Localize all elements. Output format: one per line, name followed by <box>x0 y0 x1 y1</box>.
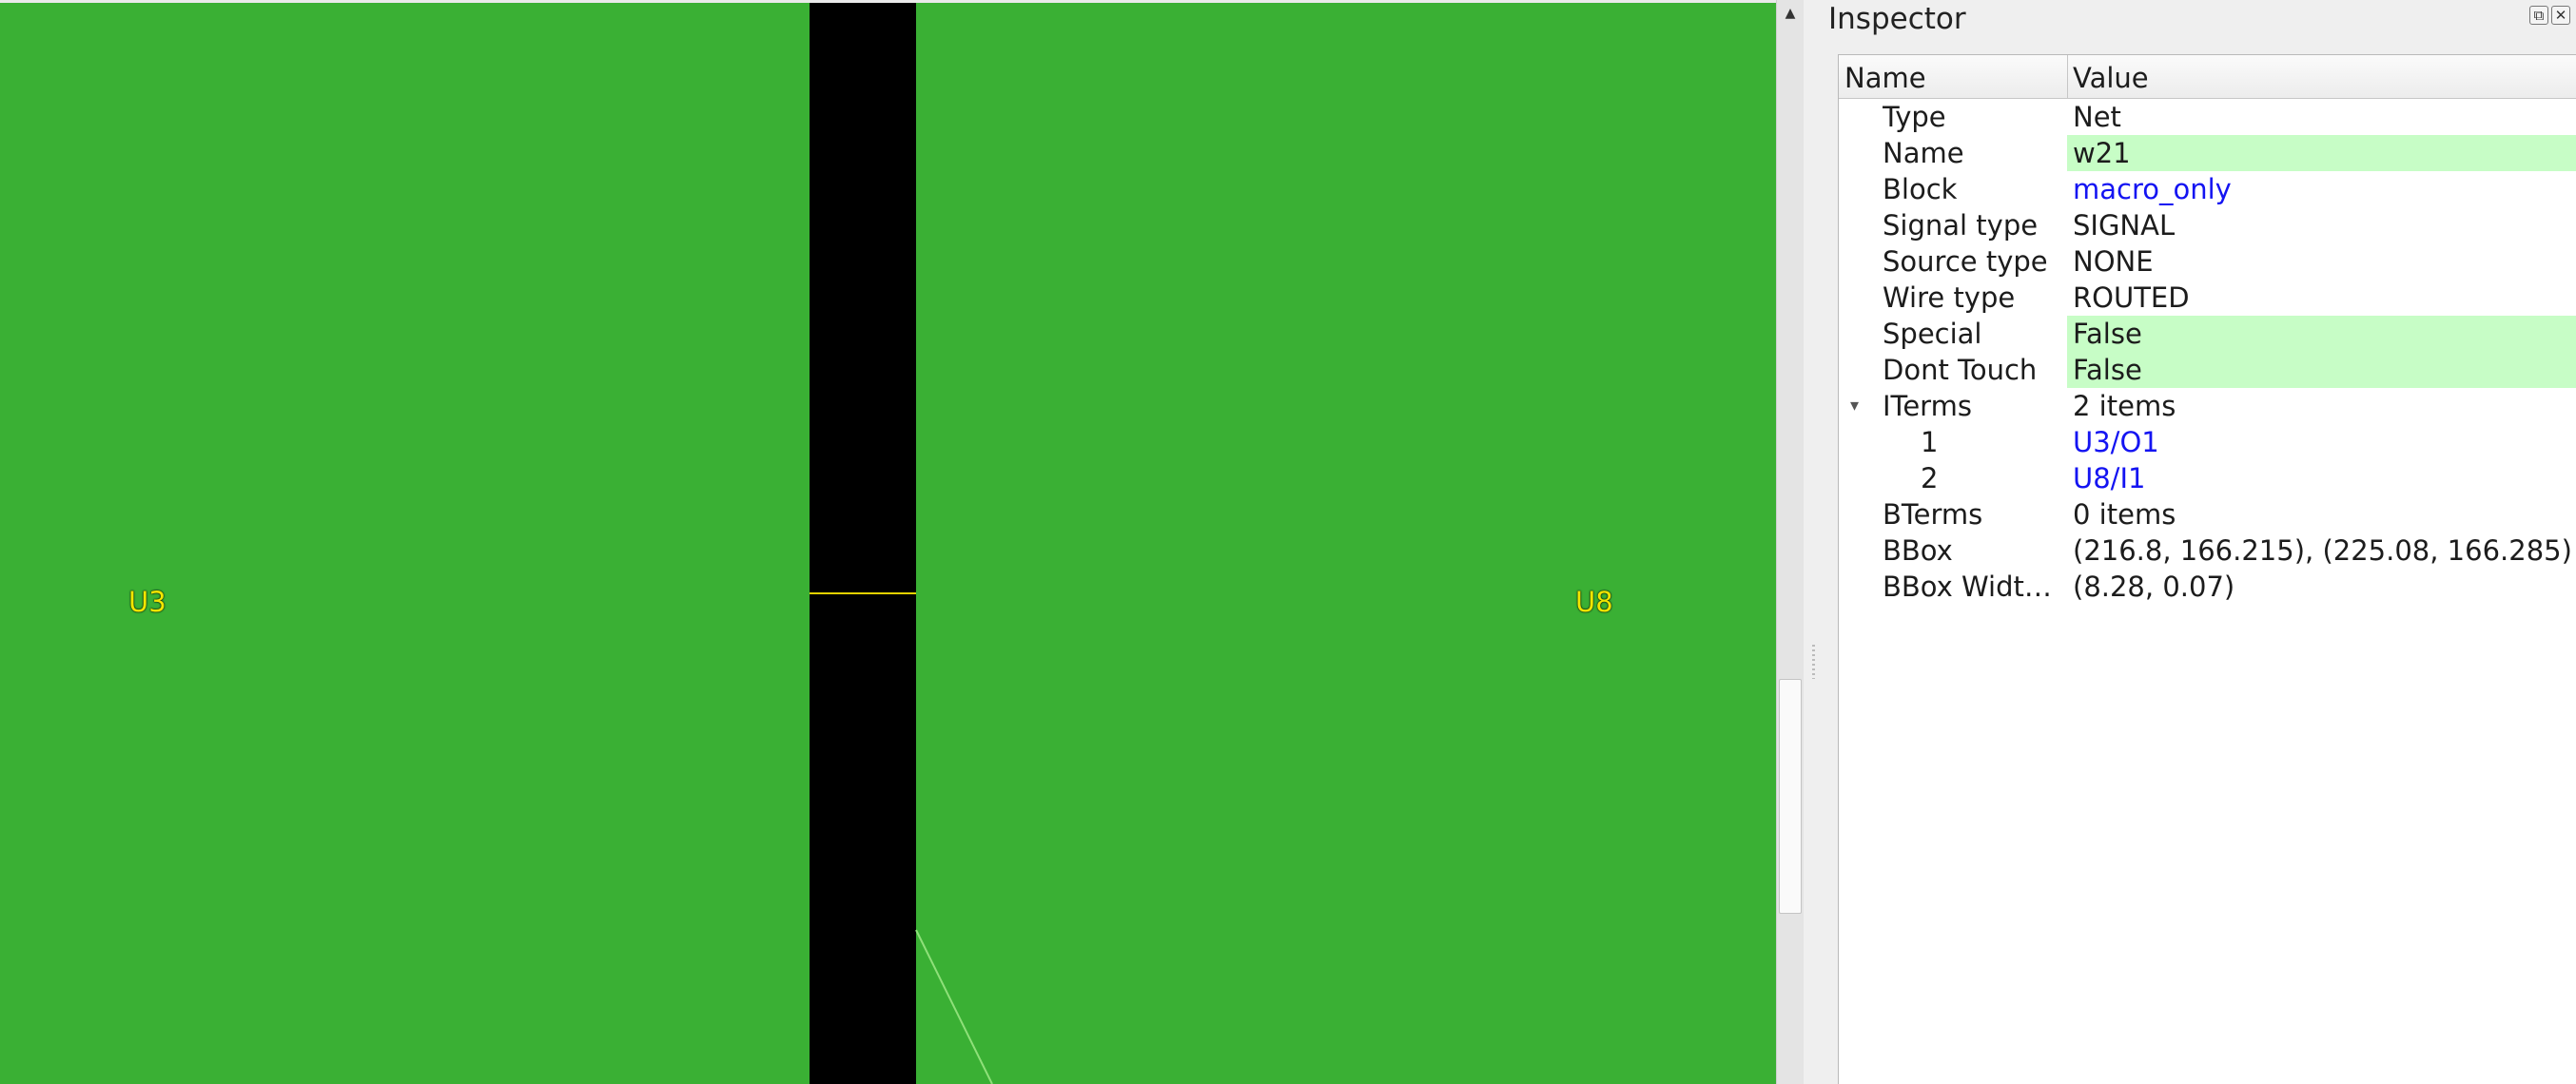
property-row-special[interactable]: Special False <box>1839 316 2576 352</box>
chevron-down-icon[interactable]: ▾ <box>1850 388 1859 424</box>
tree-header: Name Value <box>1839 55 2576 99</box>
property-value-link[interactable]: U3/O1 <box>2067 424 2576 460</box>
property-name: BBox <box>1883 534 1953 567</box>
instance-label-u8[interactable]: U8 <box>1575 589 1613 616</box>
property-name: Dont Touch <box>1883 354 2038 386</box>
property-name: BBox Widt… <box>1883 571 2052 603</box>
property-name: BTerms <box>1883 498 1983 531</box>
property-name: ITerms <box>1883 390 1972 422</box>
routing-channel[interactable] <box>810 3 916 1084</box>
property-value-editable[interactable]: w21 <box>2067 135 2576 171</box>
property-value: (216.8, 166.215), (225.08, 166.285) <box>2073 534 2572 567</box>
property-row-dont-touch[interactable]: Dont Touch False <box>1839 352 2576 388</box>
inspector-title: Inspector <box>1828 2 1966 36</box>
property-value: ROUTED <box>2073 281 2190 314</box>
property-value: 0 items <box>2073 498 2176 531</box>
property-row-iterm-1[interactable]: 1 U3/O1 <box>1839 424 2576 460</box>
scrollbar-thumb[interactable] <box>1779 679 1802 914</box>
property-row-signal-type[interactable]: Signal type SIGNAL <box>1839 207 2576 243</box>
property-row-iterms[interactable]: ▾ ITerms 2 items <box>1839 388 2576 424</box>
triangle-up-icon[interactable]: ▲ <box>1777 0 1804 27</box>
close-icon[interactable]: ✕ <box>2551 6 2570 25</box>
property-name: Signal type <box>1883 209 2039 242</box>
property-value: (8.28, 0.07) <box>2073 571 2235 603</box>
property-row-bbox-width[interactable]: BBox Widt… (8.28, 0.07) <box>1839 569 2576 605</box>
property-row-bterms[interactable]: BTerms 0 items <box>1839 496 2576 532</box>
column-divider[interactable] <box>2067 55 2068 99</box>
instance-label-u3[interactable]: U3 <box>128 589 166 616</box>
property-row-type[interactable]: Type Net <box>1839 99 2576 135</box>
property-value: 2 items <box>2073 390 2176 422</box>
property-row-bbox[interactable]: BBox (216.8, 166.215), (225.08, 166.285) <box>1839 532 2576 569</box>
property-row-iterm-2[interactable]: 2 U8/I1 <box>1839 460 2576 496</box>
property-name: Wire type <box>1883 281 2016 314</box>
property-value: Net <box>2073 101 2121 133</box>
property-name: Type <box>1883 101 1946 133</box>
property-row-source-type[interactable]: Source type NONE <box>1839 243 2576 280</box>
property-value-editable[interactable]: False <box>2067 352 2576 388</box>
property-value: NONE <box>2073 245 2154 278</box>
property-tree[interactable]: Name Value Type Net Name w21 Block macro… <box>1838 54 2576 1084</box>
net-w21-wire[interactable] <box>810 592 916 594</box>
property-value-editable[interactable]: False <box>2067 316 2576 352</box>
property-value: SIGNAL <box>2073 209 2176 242</box>
property-value-link[interactable]: U8/I1 <box>2067 460 2576 496</box>
property-name: Source type <box>1883 245 2048 278</box>
column-header-name[interactable]: Name <box>1844 62 1926 94</box>
inspector-panel: Inspector ⧉ ✕ Name Value Type Net Name w… <box>1825 0 2576 1084</box>
property-value-link[interactable]: macro_only <box>2067 171 2576 207</box>
layout-view[interactable]: U3 U8 <box>0 0 1776 1084</box>
splitter-grip[interactable] <box>1812 645 1815 679</box>
property-name: Special <box>1883 318 1982 350</box>
property-row-name[interactable]: Name w21 <box>1839 135 2576 171</box>
column-header-value[interactable]: Value <box>2073 62 2149 94</box>
property-row-wire-type[interactable]: Wire type ROUTED <box>1839 280 2576 316</box>
property-name: Name <box>1883 137 1964 169</box>
property-name: Block <box>1883 173 1958 205</box>
property-row-block[interactable]: Block macro_only <box>1839 171 2576 207</box>
float-icon[interactable]: ⧉ <box>2529 6 2548 25</box>
vertical-scrollbar[interactable]: ▲ <box>1776 0 1804 1084</box>
dock-splitter[interactable] <box>1804 0 1825 1084</box>
